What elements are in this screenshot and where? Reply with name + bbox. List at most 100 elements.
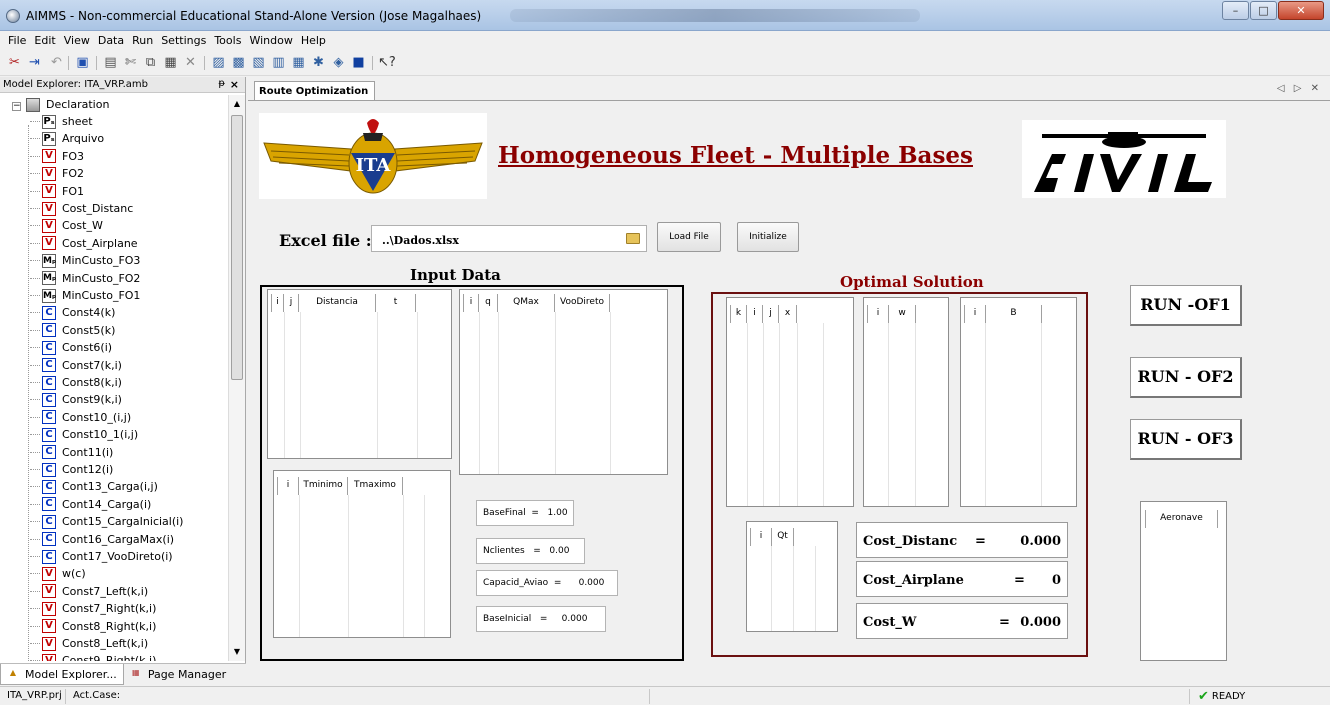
tree-item[interactable]: C Cont12(i): [30, 461, 113, 478]
run-of1-button[interactable]: RUN -OF1: [1130, 285, 1242, 326]
tree-item[interactable]: Mₚ MinCusto_FO2: [30, 270, 140, 287]
w-table[interactable]: i w: [863, 297, 949, 507]
table-header[interactable]: i: [867, 305, 889, 323]
tree-item[interactable]: C Const5(k): [30, 322, 115, 339]
tree-item[interactable]: Pₛ Arquivo: [30, 130, 104, 147]
table-header[interactable]: i: [750, 528, 772, 546]
table-header[interactable]: i: [746, 305, 763, 323]
tree-item[interactable]: V FO1: [30, 183, 84, 200]
run-icon[interactable]: ◈: [330, 55, 347, 71]
paste-icon[interactable]: ⇥: [26, 55, 43, 71]
tree-item[interactable]: V Const8_Left(k,i): [30, 635, 148, 652]
tree-item[interactable]: V Const8_Right(k,i): [30, 618, 156, 635]
menu-run[interactable]: Run: [128, 31, 157, 50]
menu-file[interactable]: File: [4, 31, 30, 50]
cost-distanc-field[interactable]: Cost_Distanc = 0.000: [856, 522, 1068, 558]
close-panel-icon[interactable]: ×: [230, 78, 239, 91]
table-header[interactable]: VooDireto: [554, 294, 610, 312]
cost-w-field[interactable]: Cost_W = 0.000: [856, 603, 1068, 639]
tree-item[interactable]: V Const7_Right(k,i): [30, 600, 156, 617]
table-header[interactable]: Qt: [771, 528, 794, 546]
maximize-button[interactable]: □: [1250, 1, 1277, 20]
scroll-thumb[interactable]: [231, 115, 243, 380]
help-pointer-icon[interactable]: ↖?: [378, 55, 396, 71]
tree-item[interactable]: C Cont16_CargaMax(i): [30, 531, 174, 548]
collapse-icon[interactable]: −: [12, 102, 21, 111]
tree-item[interactable]: Mₚ MinCusto_FO3: [30, 252, 140, 269]
tree-item[interactable]: V Cost_Distanc: [30, 200, 133, 217]
menu-view[interactable]: View: [60, 31, 94, 50]
tree-item[interactable]: V Cost_W: [30, 217, 103, 234]
distancia-table[interactable]: i j Distancia t: [267, 289, 452, 459]
run-of2-button[interactable]: RUN - OF2: [1130, 357, 1242, 398]
tree-item[interactable]: C Cont11(i): [30, 444, 113, 461]
tree-item[interactable]: V Const9_Right(k,i): [30, 652, 156, 661]
menu-help[interactable]: Help: [297, 31, 330, 50]
tab-page-manager[interactable]: ▦ Page Manager: [124, 664, 232, 685]
tree-item[interactable]: C Const10_1(i,j): [30, 426, 138, 443]
tree-item[interactable]: C Cont17_VooDireto(i): [30, 548, 173, 565]
tree-scrollbar[interactable]: ▲ ▼: [228, 95, 245, 661]
excel-file-field[interactable]: ..\Dados.xlsx: [371, 225, 647, 252]
table-header[interactable]: i: [277, 477, 299, 495]
tree-item[interactable]: Mₚ MinCusto_FO1: [30, 287, 140, 304]
data-icon[interactable]: ▤: [102, 55, 119, 71]
load-file-button[interactable]: Load File: [657, 222, 721, 252]
menu-data[interactable]: Data: [94, 31, 128, 50]
tminimo-table[interactable]: i Tminimo Tmaximo: [273, 470, 451, 638]
capacid-aviao-field[interactable]: Capacid_Aviao = 0.000: [476, 570, 618, 596]
page-nav-icons[interactable]: ◁ ▷ ✕: [1277, 83, 1322, 94]
view-icon[interactable]: ▣: [74, 55, 91, 71]
tree-item[interactable]: V FO2: [30, 165, 84, 182]
tree-root-declaration[interactable]: Declaration: [26, 96, 109, 113]
tab-model-explorer[interactable]: ▲ Model Explorer...: [0, 664, 124, 685]
tree-item[interactable]: C Cont13_Carga(i,j): [30, 478, 158, 495]
scissors-icon[interactable]: ✄: [122, 55, 139, 71]
tree-item[interactable]: C Const8(k,i): [30, 374, 122, 391]
basefinal-field[interactable]: BaseFinal = 1.00: [476, 500, 574, 526]
table-header[interactable]: Aeronave: [1145, 510, 1218, 528]
table-header[interactable]: t: [375, 294, 416, 312]
tree-item[interactable]: V Cost_Airplane: [30, 235, 138, 252]
x-table[interactable]: k i j x: [726, 297, 854, 507]
table-header[interactable]: q: [478, 294, 498, 312]
wizard-icon[interactable]: ✱: [310, 55, 327, 71]
initialize-button[interactable]: Initialize: [737, 222, 799, 252]
tree-icon[interactable]: ▦: [290, 55, 307, 71]
menu-tools[interactable]: Tools: [210, 31, 245, 50]
tree-item[interactable]: V Const7_Left(k,i): [30, 583, 148, 600]
qmax-table[interactable]: i q QMax VooDireto: [459, 289, 668, 475]
table-header[interactable]: QMax: [497, 294, 555, 312]
tree-item[interactable]: C Const7(k,i): [30, 357, 122, 374]
scroll-down-icon[interactable]: ▼: [231, 645, 243, 659]
tree-item[interactable]: C Const9(k,i): [30, 391, 122, 408]
tab-route-optimization[interactable]: Route Optimization: [254, 81, 376, 101]
tree-item[interactable]: C Cont15_CargaInicial(i): [30, 513, 183, 530]
menu-window[interactable]: Window: [245, 31, 296, 50]
tree-item[interactable]: C Const6(i): [30, 339, 112, 356]
table-header[interactable]: Distancia: [298, 294, 376, 312]
identifier-icon[interactable]: ▨: [210, 55, 227, 71]
table-header[interactable]: Tminimo: [298, 477, 348, 495]
folder-icon[interactable]: [626, 233, 640, 244]
table-header[interactable]: j: [283, 294, 299, 312]
b-table[interactable]: i B: [960, 297, 1077, 507]
table-header[interactable]: j: [762, 305, 779, 323]
table-header[interactable]: x: [778, 305, 797, 323]
menu-edit[interactable]: Edit: [30, 31, 59, 50]
aeronave-table[interactable]: Aeronave: [1140, 501, 1227, 661]
page-icon[interactable]: ▩: [230, 55, 247, 71]
tree-item[interactable]: Vw(c): [30, 565, 86, 582]
menu-builder-icon[interactable]: ▥: [270, 55, 287, 71]
close-button[interactable]: ✕: [1278, 1, 1324, 20]
baseinicial-field[interactable]: BaseInicial = 0.000: [476, 606, 606, 632]
table-header[interactable]: i: [463, 294, 479, 312]
table-header[interactable]: k: [730, 305, 747, 323]
copy-icon[interactable]: ⧉: [142, 55, 159, 71]
table-header[interactable]: B: [985, 305, 1042, 323]
paste-clipboard-icon[interactable]: ▦: [162, 55, 179, 71]
nclientes-field[interactable]: Nclientes = 0.00: [476, 538, 585, 564]
table-header[interactable]: i: [964, 305, 986, 323]
tree-item[interactable]: C Cont14_Carga(i): [30, 496, 151, 513]
info-icon[interactable]: ■: [350, 55, 367, 71]
